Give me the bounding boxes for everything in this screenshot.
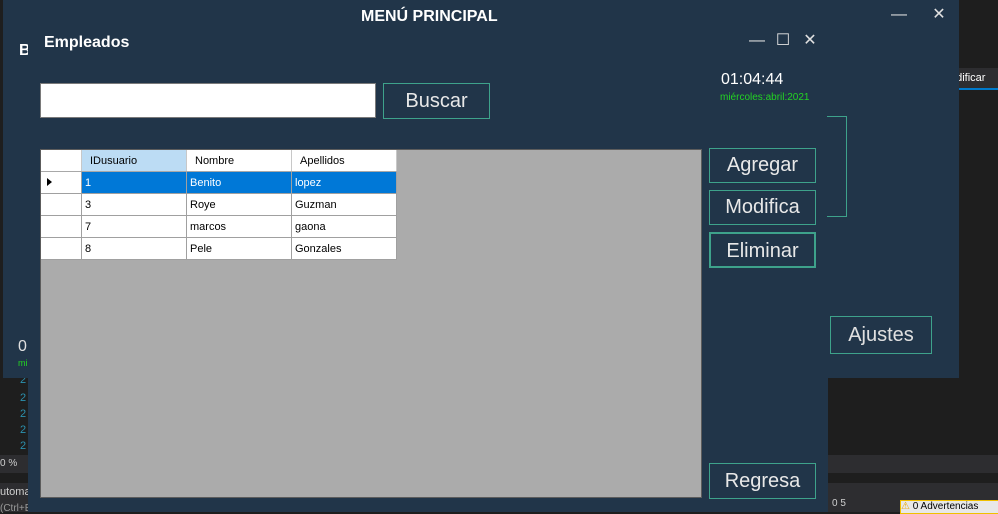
- warning-icon: ⚠: [901, 501, 910, 512]
- ide-line-number: 2: [20, 392, 27, 404]
- table-row[interactable]: 1 Benito lopez: [41, 171, 397, 194]
- close-icon: ✕: [932, 6, 946, 23]
- ide-line-number: 2: [20, 424, 27, 436]
- ajustes-button[interactable]: Ajustes: [830, 316, 932, 354]
- employees-grid[interactable]: IDusuario Nombre Apellidos 1 Benito lope…: [40, 149, 702, 498]
- modifica-button[interactable]: Modifica: [709, 190, 816, 225]
- ide-line-number: 2: [20, 440, 27, 452]
- table-cell[interactable]: 1: [81, 171, 187, 194]
- button-group-bracket: [827, 116, 847, 217]
- table-row[interactable]: 3 Roye Guzman: [41, 193, 397, 216]
- table-cell[interactable]: 3: [81, 193, 187, 216]
- table-row[interactable]: 7 marcos gaona: [41, 215, 397, 238]
- clock-time: 01:04:44: [721, 71, 784, 88]
- buscar-button[interactable]: Buscar: [383, 83, 490, 119]
- regresa-button[interactable]: Regresa: [709, 463, 816, 499]
- ide-search-hint: (Ctrl+E): [0, 503, 28, 514]
- clock-date: miércoles:abril:2021: [720, 92, 810, 103]
- row-pointer-icon: [47, 177, 52, 186]
- table-corner: [41, 150, 82, 172]
- minimize-icon: —: [749, 32, 765, 49]
- main-close-button[interactable]: ✕: [928, 4, 950, 26]
- employees-window-title: Empleados: [44, 34, 130, 51]
- table-row[interactable]: 8 Pele Gonzales: [41, 237, 397, 260]
- employees-window: Empleados — ☐ ✕ Buscar 01:04:44 miércole…: [28, 28, 847, 512]
- table-cell[interactable]: Guzman: [291, 193, 397, 216]
- eliminar-button[interactable]: Eliminar: [709, 232, 816, 268]
- employees-close-button[interactable]: ✕: [799, 30, 821, 52]
- table-cell[interactable]: 8: [81, 237, 187, 260]
- table-cell[interactable]: Pele: [186, 237, 292, 260]
- column-header-nombre[interactable]: Nombre: [186, 150, 292, 172]
- row-header[interactable]: [41, 215, 82, 238]
- table-cell[interactable]: marcos: [186, 215, 292, 238]
- row-header[interactable]: [41, 237, 82, 260]
- main-minimize-button[interactable]: —: [888, 4, 910, 26]
- row-header-selected[interactable]: [41, 171, 82, 194]
- maximize-icon: ☐: [775, 32, 791, 49]
- table-cell[interactable]: 7: [81, 215, 187, 238]
- ide-bottom-left-text: utoma: [0, 486, 28, 498]
- main-date: mi: [18, 358, 28, 368]
- column-header-apellidos[interactable]: Apellidos: [291, 150, 397, 172]
- minimize-icon: —: [891, 6, 907, 23]
- table-cell[interactable]: lopez: [291, 171, 397, 194]
- employees-table: IDusuario Nombre Apellidos 1 Benito lope…: [41, 150, 397, 260]
- row-header[interactable]: [41, 193, 82, 216]
- ide-zoom-level[interactable]: 0 %: [0, 458, 28, 469]
- employees-maximize-button[interactable]: ☐: [772, 30, 794, 52]
- main-window-title: MENÚ PRINCIPAL: [361, 8, 498, 25]
- agregar-button[interactable]: Agregar: [709, 148, 816, 183]
- ide-line-number: 2: [20, 408, 27, 420]
- search-input[interactable]: [40, 83, 376, 118]
- table-cell[interactable]: Gonzales: [291, 237, 397, 260]
- ide-right-panel: [959, 88, 998, 418]
- table-cell[interactable]: Benito: [186, 171, 292, 194]
- main-clock: 0: [18, 338, 27, 355]
- table-header-row: IDusuario Nombre Apellidos: [41, 150, 397, 172]
- table-cell[interactable]: gaona: [291, 215, 397, 238]
- close-icon: ✕: [803, 32, 817, 49]
- ide-status-count: 0 5: [832, 498, 846, 509]
- column-header-idusuario[interactable]: IDusuario: [81, 150, 187, 172]
- table-cell[interactable]: Roye: [186, 193, 292, 216]
- employees-minimize-button[interactable]: —: [746, 30, 768, 52]
